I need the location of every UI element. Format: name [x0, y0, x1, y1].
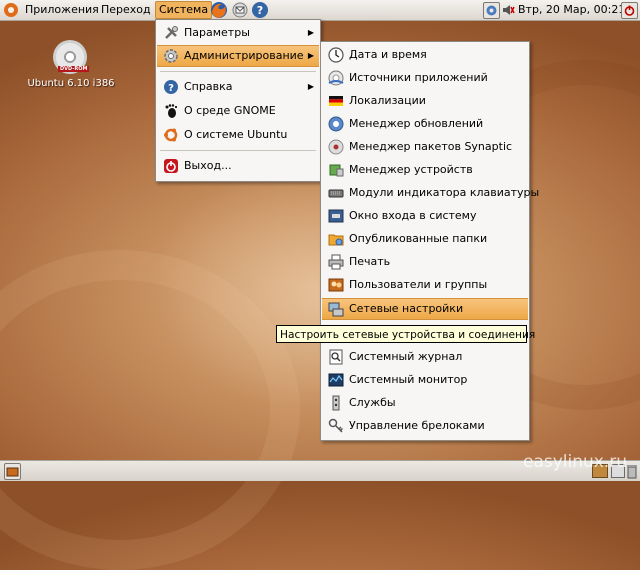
menu-item-label: Окно входа в систему: [349, 209, 477, 222]
menu-item-update-manager[interactable]: Менеджер обновлений: [322, 113, 528, 135]
system-menu-dropdown: Параметры ▶ Администрирование ▶ ? Справк…: [155, 19, 321, 182]
show-desktop-icon[interactable]: [4, 463, 21, 480]
menu-item-keyring-manager[interactable]: Управление брелоками: [322, 415, 528, 437]
menu-item-keyboard-indicator[interactable]: Модули индикатора клавиатуры: [322, 182, 539, 204]
watermark: easylinux.ru: [523, 452, 628, 472]
administration-icon: [164, 49, 178, 63]
submenu-arrow-icon: ▶: [307, 51, 314, 60]
software-sources-icon: [328, 70, 344, 86]
users-groups-icon: [328, 278, 344, 292]
synaptic-icon: [328, 139, 344, 155]
firefox-icon[interactable]: [210, 1, 228, 19]
menu-item-label: Выход...: [184, 159, 232, 172]
svg-text:?: ?: [257, 4, 263, 17]
menu-item-label: Менеджер пакетов Synaptic: [349, 140, 513, 153]
update-notifier-icon[interactable]: [483, 2, 500, 19]
menu-item-label: Печать: [349, 255, 391, 268]
shared-folder-icon: [328, 234, 344, 246]
menu-item-label: Системный журнал: [349, 350, 463, 363]
menu-item-login-window[interactable]: Окно входа в систему: [322, 205, 528, 227]
submenu-arrow-icon: ▶: [307, 82, 314, 91]
logout-icon: [164, 159, 178, 173]
system-menu[interactable]: Система: [155, 1, 213, 19]
menu-separator: [160, 150, 316, 151]
menu-item-label: Пользователи и группы: [349, 278, 488, 291]
menu-item-preferences[interactable]: Параметры ▶: [157, 22, 319, 44]
menu-item-device-manager[interactable]: Менеджер устройств: [322, 159, 528, 181]
places-menu[interactable]: Переход: [98, 2, 154, 18]
system-log-icon: [329, 349, 343, 365]
menu-item-label: Опубликованные папки: [349, 232, 488, 245]
menu-item-shared-folders[interactable]: Опубликованные папки: [322, 228, 528, 250]
svg-text:?: ?: [168, 83, 174, 94]
menu-item-administration[interactable]: Администрирование ▶: [157, 45, 319, 67]
network-icon: [328, 302, 344, 317]
preferences-icon: [165, 26, 178, 39]
menu-item-about-gnome[interactable]: О среде GNOME: [157, 100, 319, 122]
menu-item-label: Справка: [184, 80, 233, 93]
clock[interactable]: Втр, 20 Мар, 00:21: [515, 2, 628, 18]
printer-icon: [328, 254, 344, 270]
submenu-arrow-icon: ▶: [307, 28, 314, 37]
services-icon: [332, 395, 340, 411]
menu-item-label: Управление брелоками: [349, 419, 485, 432]
ubuntu-logo-icon[interactable]: [4, 3, 18, 17]
device-manager-icon: [329, 164, 344, 177]
menu-item-label: Системный монитор: [349, 373, 468, 386]
dvd-badge: DVD-ROM: [58, 66, 90, 72]
dvd-caption[interactable]: Ubuntu 6.10 i386: [24, 78, 118, 89]
menu-item-network-settings[interactable]: Сетевые настройки: [322, 298, 528, 320]
system-monitor-icon: [328, 373, 344, 387]
menu-item-system-monitor[interactable]: Системный монитор: [322, 369, 528, 391]
power-icon[interactable]: [621, 2, 638, 19]
help-icon[interactable]: ?: [251, 1, 269, 19]
top-panel: Приложения Переход Система ? Втр, 20 Мар…: [0, 0, 640, 21]
volume-icon[interactable]: [501, 3, 515, 17]
menu-separator: [160, 71, 316, 72]
menu-item-date-time[interactable]: Дата и время: [322, 44, 528, 66]
keyring-icon: [328, 418, 344, 433]
keyboard-icon: [328, 189, 344, 198]
menu-item-system-log[interactable]: Системный журнал: [322, 346, 528, 368]
ubuntu-logo-icon: [164, 128, 178, 142]
menu-item-label: О системе Ubuntu: [184, 128, 288, 141]
menu-item-help[interactable]: ? Справка ▶: [157, 76, 319, 98]
menu-item-label: Источники приложений: [349, 71, 488, 84]
clock-icon: [328, 47, 344, 63]
email-client-icon[interactable]: [231, 1, 249, 19]
menu-item-label: Локализации: [349, 94, 426, 107]
menu-item-services[interactable]: Службы: [322, 392, 528, 414]
menu-item-about-ubuntu[interactable]: О системе Ubuntu: [157, 124, 319, 146]
menu-item-logout[interactable]: Выход...: [157, 155, 319, 177]
trash-icon[interactable]: [626, 463, 638, 479]
menu-item-label: Менеджер обновлений: [349, 117, 484, 130]
menu-item-label: Сетевые настройки: [349, 302, 464, 315]
gnome-foot-icon: [165, 104, 178, 118]
login-window-icon: [328, 209, 344, 223]
locale-flag-icon: [329, 96, 343, 106]
menu-item-software-sources[interactable]: Источники приложений: [322, 67, 528, 89]
menu-item-label: Дата и время: [349, 48, 427, 61]
menu-item-synaptic[interactable]: Менеджер пакетов Synaptic: [322, 136, 528, 158]
menu-item-label: Администрирование: [184, 49, 304, 62]
administration-submenu: Дата и время Источники приложений Локали…: [320, 41, 539, 441]
menu-item-locales[interactable]: Локализации: [322, 90, 528, 112]
menu-item-label: Службы: [349, 396, 396, 409]
menu-item-label: Параметры: [184, 26, 250, 39]
menu-item-label: Менеджер устройств: [349, 163, 473, 176]
menu-item-label: Модули индикатора клавиатуры: [349, 186, 540, 199]
help-icon: ?: [164, 80, 178, 94]
applications-menu[interactable]: Приложения: [22, 2, 102, 18]
menu-item-printing[interactable]: Печать: [322, 251, 528, 273]
update-manager-icon: [328, 116, 344, 132]
menu-item-label: О среде GNOME: [184, 104, 276, 117]
tooltip: Настроить сетевые устройства и соединени…: [276, 325, 535, 343]
menu-item-users-groups[interactable]: Пользователи и группы: [322, 274, 528, 296]
